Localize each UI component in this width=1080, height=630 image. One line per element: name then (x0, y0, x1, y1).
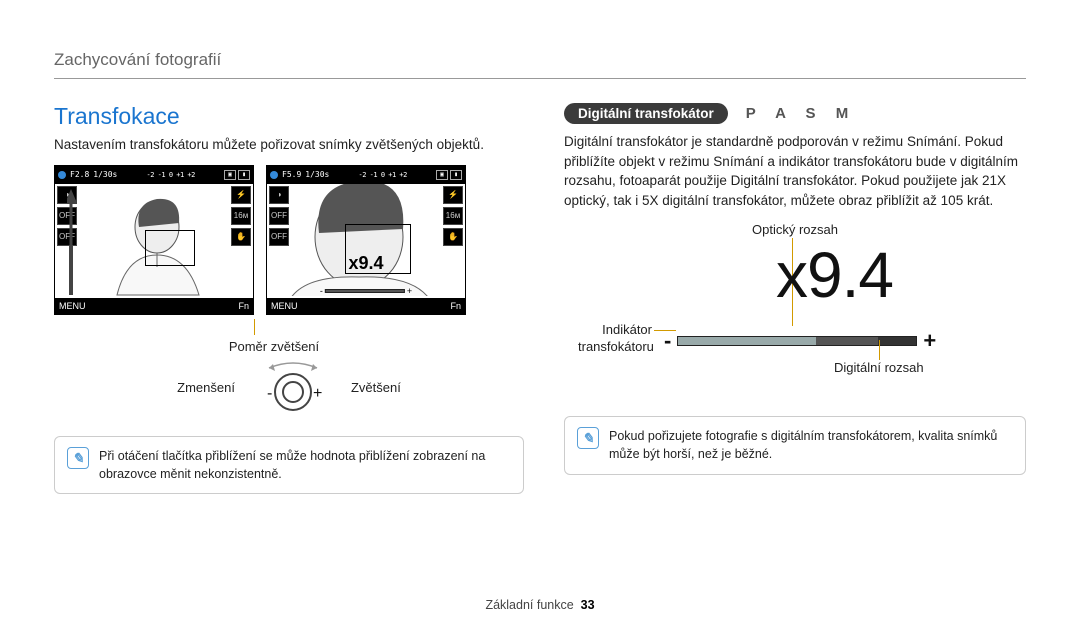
footer-section: Základní funkce (485, 598, 573, 612)
optical-range-label: Optický rozsah (752, 222, 838, 237)
digital-range-label: Digitální rozsah (834, 360, 924, 375)
focus-frame (145, 230, 195, 266)
plus-icon: + (923, 328, 936, 354)
zoom-in-label: Zvětšení (351, 380, 401, 395)
note-box: ✎ Při otáčení tlačítka přiblížení se můž… (54, 436, 524, 494)
right-iconbar: ⚡ 16м ✋ (231, 186, 251, 246)
is-icon: ✋ (443, 228, 463, 246)
info-icon: ✎ (67, 447, 89, 469)
guide-line (879, 340, 880, 360)
left-column: Transfokace Nastavením transfokátoru můž… (54, 103, 524, 494)
zoom-dial: - + (263, 362, 323, 414)
zoom-bar: -+ (320, 286, 412, 296)
note-text: Při otáčení tlačítka přiblížení se může … (99, 447, 511, 483)
zoom-range-diagram: Optický rozsah x9.4 Indikátor transfokát… (564, 224, 1026, 394)
scene-illustration (67, 184, 227, 296)
camera-screen-wide: F2.8 1/30s -2 -1 0 +1 +2 ▣▮ ◑ OFF OFF ⚡ … (54, 165, 254, 315)
zoom-big-value: x9.4 (776, 238, 893, 312)
svg-text:+: + (313, 385, 322, 402)
camera-screenshots: F2.8 1/30s -2 -1 0 +1 +2 ▣▮ ◑ OFF OFF ⚡ … (54, 165, 524, 315)
menu-button[interactable]: MENU (271, 301, 298, 311)
menu-button[interactable]: MENU (59, 301, 86, 311)
note-text: Pokud pořizujete fotografie s digitálním… (609, 427, 1013, 463)
camera-bottombar: MENU Fn (267, 298, 465, 314)
columns: Transfokace Nastavením transfokátoru můž… (54, 103, 1026, 494)
aperture-value: F5.9 (282, 170, 301, 179)
camera-bottombar: MENU Fn (55, 298, 253, 314)
zoom-bar-row: - + (664, 328, 936, 354)
minus-icon: - (664, 328, 671, 354)
drive-icon: ▣ (436, 170, 448, 180)
right-iconbar: ⚡ 16м ✋ (443, 186, 463, 246)
ev-scale: -2 -1 0 +1 +2 (359, 171, 407, 179)
drive-icon: ▣ (224, 170, 236, 180)
zoom-bar (677, 336, 917, 346)
info-icon: ✎ (577, 427, 599, 449)
breadcrumb: Zachycování fotografií (54, 50, 1026, 70)
page-number: 33 (581, 598, 595, 612)
aperture-value: F2.8 (70, 170, 89, 179)
zoom-value-overlay: x9.4 (348, 253, 383, 274)
size-icon: 16м (443, 207, 463, 225)
indicator-label-l1: Indikátor (602, 322, 652, 337)
flash-icon: ⚡ (443, 186, 463, 204)
heading-row: Digitální transfokátor P A S M (564, 103, 1026, 124)
ev-scale: -2 -1 0 +1 +2 (147, 171, 195, 179)
footer: Základní funkce 33 (0, 598, 1080, 612)
modes-label: P A S M (746, 105, 856, 122)
fn-button[interactable]: Fn (450, 301, 461, 311)
camera-topbar: F5.9 1/30s -2 -1 0 +1 +2 ▣▮ (267, 166, 465, 184)
battery-icon: ▮ (450, 170, 462, 180)
flash-icon: ⚡ (231, 186, 251, 204)
page: Zachycování fotografií Transfokace Nasta… (0, 0, 1080, 524)
note-box: ✎ Pokud pořizujete fotografie s digitáln… (564, 416, 1026, 474)
section-title: Transfokace (54, 103, 524, 130)
intro-text: Nastavením transfokátoru můžete pořizova… (54, 136, 524, 155)
camera-topbar: F2.8 1/30s -2 -1 0 +1 +2 ▣▮ (55, 166, 253, 184)
shutter-value: 1/30s (93, 170, 117, 179)
description-paragraph: Digitální transfokátor je standardně pod… (564, 132, 1026, 210)
digital-zoom-pill: Digitální transfokátor (564, 103, 728, 124)
size-icon: 16м (231, 207, 251, 225)
header: Zachycování fotografií (54, 50, 1026, 79)
fn-button[interactable]: Fn (238, 301, 249, 311)
zoom-out-label: Zmenšení (177, 380, 235, 395)
is-icon: ✋ (231, 228, 251, 246)
zoom-dial-row: Zmenšení - + Zvětšení (54, 362, 524, 414)
ratio-caption: Poměr zvětšení (214, 339, 334, 354)
indicator-label-l2: transfokátoru (578, 339, 654, 354)
scene-illustration (279, 184, 439, 296)
svg-text:-: - (267, 385, 272, 402)
right-column: Digitální transfokátor P A S M Digitální… (564, 103, 1026, 494)
battery-icon: ▮ (238, 170, 250, 180)
callout-line (254, 319, 255, 335)
camera-screen-tele: F5.9 1/30s -2 -1 0 +1 +2 ▣▮ ◑ OFF OFF ⚡ … (266, 165, 466, 315)
indicator-label: Indikátor transfokátoru (578, 322, 652, 355)
shutter-value: 1/30s (305, 170, 329, 179)
